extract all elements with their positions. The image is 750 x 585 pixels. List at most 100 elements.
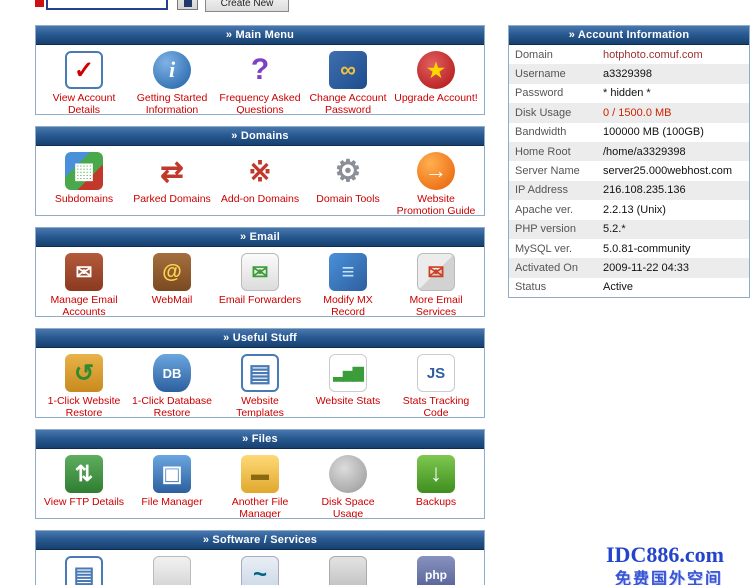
- menu-item-label: Change Account Password: [306, 92, 390, 115]
- menu-item-website-templates[interactable]: ▤ Website Templates: [218, 354, 302, 418]
- menu-item-software-4[interactable]: [306, 556, 390, 585]
- menu-item-label: Parked Domains: [130, 193, 214, 205]
- menu-item-label: File Manager: [130, 496, 214, 508]
- menu-item-label: 1-Click Database Restore: [130, 395, 214, 418]
- menu-item-domain-tools[interactable]: ⚙ Domain Tools: [306, 152, 390, 205]
- menu-item-manage-email[interactable]: ✉ Manage Email Accounts: [42, 253, 126, 317]
- row-label: Home Root: [509, 146, 603, 158]
- row-label: Activated On: [509, 262, 603, 274]
- row-label: Status: [509, 281, 603, 293]
- arrows-icon: ⇄: [153, 152, 191, 190]
- menu-column: » Main Menu ✓ View Account Details i Get…: [35, 25, 485, 585]
- php-icon: php: [417, 556, 455, 585]
- go-arrow-icon: [184, 0, 192, 7]
- row-value: Active: [603, 281, 633, 293]
- keys-icon: ∞: [329, 51, 367, 89]
- menu-item-label: Website Promotion Guide: [394, 193, 478, 216]
- menu-item-more-email-services[interactable]: ✉ More Email Services: [394, 253, 478, 317]
- ftp-server-icon: ⇅: [65, 455, 103, 493]
- watermark-chinese-text: 免费国外空间: [615, 565, 723, 585]
- menu-item-file-manager[interactable]: ▣ File Manager: [130, 455, 214, 508]
- menu-item-webmail[interactable]: @ WebMail: [130, 253, 214, 306]
- row-value: 100000 MB (100GB): [603, 126, 704, 138]
- menu-item-label: Backups: [394, 496, 478, 508]
- menu-item-getting-started[interactable]: i Getting Started Information: [130, 51, 214, 115]
- backup-arrow-icon: ↓: [417, 455, 455, 493]
- row-value: 5.0.81-community: [603, 243, 690, 255]
- row-label: Username: [509, 68, 603, 80]
- menu-item-another-file-manager[interactable]: ▬ Another File Manager: [218, 455, 302, 519]
- menu-item-website-stats[interactable]: ▂▅▇ Website Stats: [306, 354, 390, 407]
- restore-box-icon: ↺: [65, 354, 103, 392]
- account-row-activated-on: Activated On 2009-11-22 04:33: [509, 258, 749, 277]
- account-row-php-version: PHP version 5.2.*: [509, 220, 749, 239]
- mysql-dolphin-icon: ~: [241, 556, 279, 585]
- account-information-rows: Domain hotphoto.comuf.com Username a3329…: [509, 45, 749, 297]
- gears-icon: ⚙: [329, 152, 367, 190]
- panel-files: » Files ⇅ View FTP Details ▣ File Manage…: [35, 429, 485, 519]
- panel-files-body: ⇅ View FTP Details ▣ File Manager ▬ Anot…: [36, 449, 484, 519]
- panel-useful-stuff-title: » Useful Stuff: [36, 329, 484, 348]
- account-row-server-name: Server Name server25.000webhost.com: [509, 161, 749, 180]
- more-email-icon: ✉: [417, 253, 455, 291]
- account-row-ip-address: IP Address 216.108.235.136: [509, 181, 749, 200]
- menu-item-subdomains[interactable]: ▦ Subdomains: [42, 152, 126, 205]
- row-label: Disk Usage: [509, 107, 603, 119]
- menu-item-software-2[interactable]: [130, 556, 214, 585]
- panel-software-services-body: ▤ ~ php: [36, 550, 484, 585]
- row-value: 5.2.*: [603, 223, 626, 235]
- row-label: Password: [509, 87, 603, 99]
- menu-item-email-forwarders[interactable]: ✉ Email Forwarders: [218, 253, 302, 306]
- account-information-panel: » Account Information Domain hotphoto.co…: [508, 25, 750, 298]
- row-value: 0 / 1500.0 MB: [603, 107, 672, 119]
- menu-item-php[interactable]: php: [394, 556, 478, 585]
- menu-item-label: Website Templates: [218, 395, 302, 418]
- menu-item-label: Domain Tools: [306, 193, 390, 205]
- menu-item-database-restore[interactable]: DB 1-Click Database Restore: [130, 354, 214, 418]
- menu-item-change-password[interactable]: ∞ Change Account Password: [306, 51, 390, 115]
- panel-main-menu: » Main Menu ✓ View Account Details i Get…: [35, 25, 485, 115]
- promotion-arrow-icon: →: [417, 152, 455, 190]
- control-panel-page: Create New » Main Menu ✓ View Account De…: [0, 0, 750, 585]
- panel-email-title: » Email: [36, 228, 484, 247]
- menu-item-modify-mx[interactable]: ≡ Modify MX Record: [306, 253, 390, 317]
- panel-software-services: » Software / Services ▤ ~ php: [35, 530, 485, 585]
- menu-item-label: Upgrade Account!: [394, 92, 478, 104]
- account-row-bandwidth: Bandwidth 100000 MB (100GB): [509, 123, 749, 142]
- panel-useful-stuff: » Useful Stuff ↺ 1-Click Website Restore…: [35, 328, 485, 418]
- create-new-input[interactable]: [46, 0, 168, 10]
- menu-item-view-account-details[interactable]: ✓ View Account Details: [42, 51, 126, 115]
- account-row-disk-usage: Disk Usage 0 / 1500.0 MB: [509, 103, 749, 122]
- account-row-username: Username a3329398: [509, 64, 749, 83]
- menu-item-view-ftp-details[interactable]: ⇅ View FTP Details: [42, 455, 126, 508]
- menu-item-mysql[interactable]: ~: [218, 556, 302, 585]
- row-value: server25.000webhost.com: [603, 165, 732, 177]
- menu-item-parked-domains[interactable]: ⇄ Parked Domains: [130, 152, 214, 205]
- menu-item-label: Modify MX Record: [306, 294, 390, 317]
- menu-item-faq[interactable]: ? Frequency Asked Questions: [218, 51, 302, 115]
- panel-files-title: » Files: [36, 430, 484, 449]
- menu-item-label: WebMail: [130, 294, 214, 306]
- menu-item-upgrade-account[interactable]: ★ Upgrade Account!: [394, 51, 478, 104]
- menu-item-label: Subdomains: [42, 193, 126, 205]
- row-label: PHP version: [509, 223, 603, 235]
- account-row-apache-version: Apache ver. 2.2.13 (Unix): [509, 200, 749, 219]
- menu-item-software-1[interactable]: ▤: [42, 556, 126, 585]
- panel-main-menu-title: » Main Menu: [36, 26, 484, 45]
- menu-item-addon-domains[interactable]: ※ Add-on Domains: [218, 152, 302, 205]
- menu-item-label: View Account Details: [42, 92, 126, 115]
- template-window-icon: ▤: [241, 354, 279, 392]
- account-details-icon: ✓: [65, 51, 103, 89]
- menu-item-website-promotion[interactable]: → Website Promotion Guide: [394, 152, 478, 216]
- go-button[interactable]: [177, 0, 198, 10]
- menu-item-label: 1-Click Website Restore: [42, 395, 126, 418]
- menu-item-disk-space-usage[interactable]: Disk Space Usage: [306, 455, 390, 519]
- mailbox-icon: ✉: [65, 253, 103, 291]
- forward-envelope-icon: ✉: [241, 253, 279, 291]
- menu-item-stats-tracking-code[interactable]: JS Stats Tracking Code: [394, 354, 478, 418]
- menu-item-backups[interactable]: ↓ Backups: [394, 455, 478, 508]
- menu-item-website-restore[interactable]: ↺ 1-Click Website Restore: [42, 354, 126, 418]
- software-list-icon: ▤: [65, 556, 103, 585]
- create-new-button[interactable]: Create New: [205, 0, 289, 12]
- js-code-icon: JS: [417, 354, 455, 392]
